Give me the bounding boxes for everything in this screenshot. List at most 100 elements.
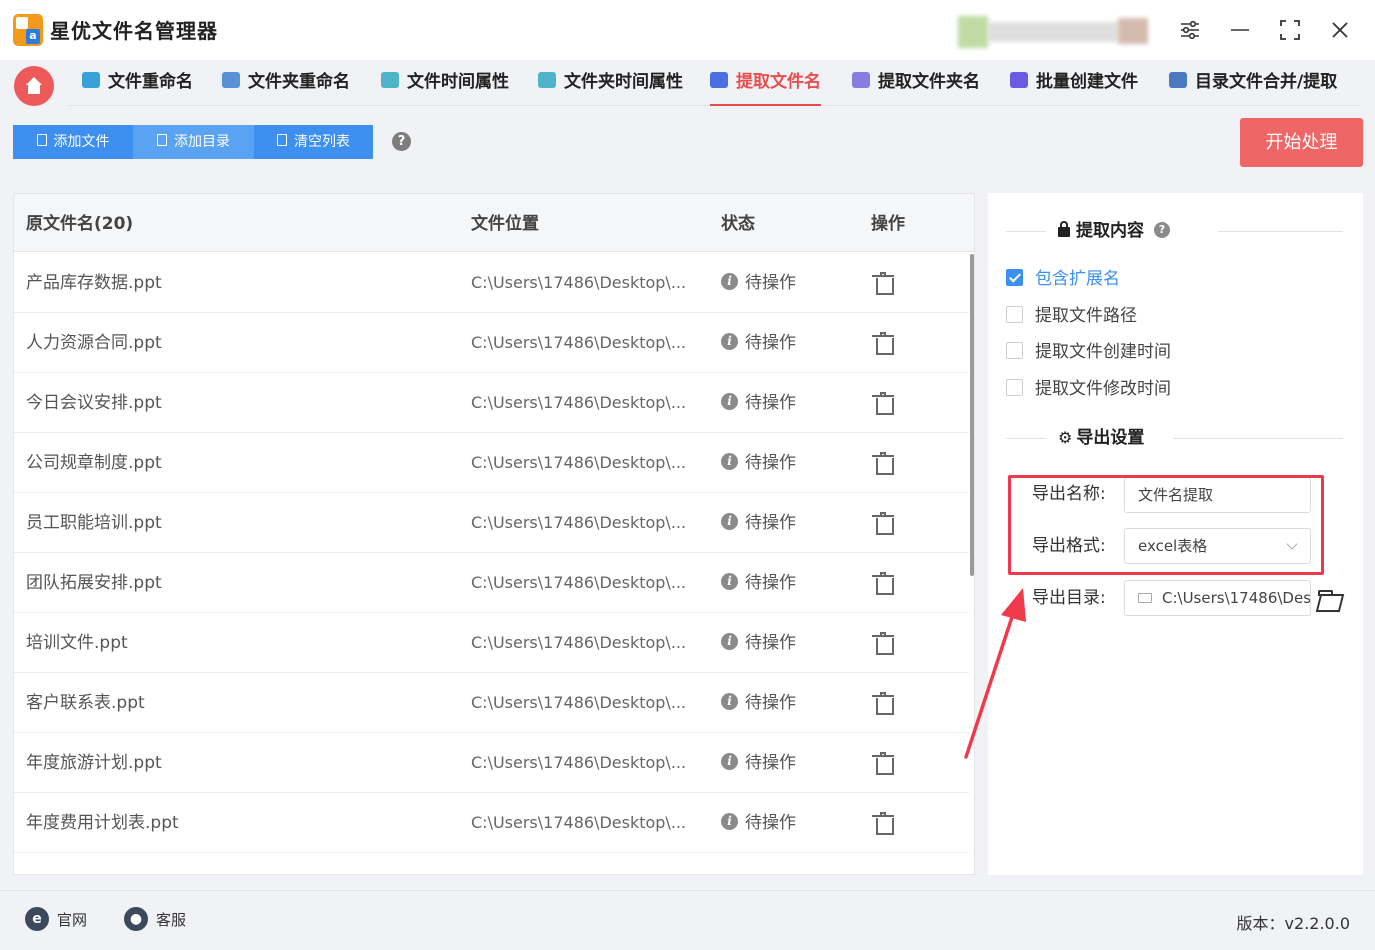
delete-icon[interactable]	[872, 692, 894, 715]
status-cell: i 待操作	[721, 493, 796, 553]
minimize-icon[interactable]	[1226, 16, 1254, 44]
table-row[interactable]: 今日会议安排.ppt C:\Users\17486\Desktop\... i 待操作	[14, 373, 969, 433]
table-scrollbar[interactable]	[970, 254, 974, 576]
settings-icon[interactable]	[1176, 16, 1204, 44]
status-cell: i 待操作	[721, 553, 796, 613]
table-row[interactable]: 员工职能培训.ppt C:\Users\17486\Desktop\... i 待操作	[14, 493, 969, 553]
checkbox[interactable]	[1006, 305, 1023, 323]
file-name: 产品库存数据.ppt	[26, 273, 162, 293]
user-account-avatar[interactable]	[948, 16, 1148, 48]
checkbox-checked[interactable]	[1006, 268, 1023, 286]
delete-icon[interactable]	[872, 752, 894, 775]
export-section-header: ⚙ 导出设置	[1006, 428, 1343, 448]
delete-icon[interactable]	[872, 812, 894, 835]
service-link[interactable]: ● 客服	[124, 906, 186, 933]
table-row[interactable]	[14, 853, 969, 874]
clear-list-button[interactable]: 清空列表	[254, 125, 373, 159]
status-text: 待操作	[745, 813, 796, 833]
app-title: 星优文件名管理器	[50, 19, 218, 43]
file-name: 客户联系表.ppt	[26, 693, 145, 713]
file-icon	[157, 134, 167, 146]
website-icon: e	[25, 906, 49, 931]
home-icon[interactable]	[14, 66, 54, 106]
table-row[interactable]: 年度旅游计划.ppt C:\Users\17486\Desktop\... i 待操作	[14, 733, 969, 793]
table-row[interactable]: 公司规章制度.ppt C:\Users\17486\Desktop\... i 待操作	[14, 433, 969, 493]
file-name: 培训文件.ppt	[26, 633, 128, 653]
option-include-extension[interactable]: 包含扩展名	[1006, 267, 1120, 291]
delete-icon[interactable]	[872, 272, 894, 295]
add-dir-button[interactable]: 添加目录	[133, 125, 254, 159]
file-name: 年度旅游计划.ppt	[26, 753, 162, 773]
status-cell: i 待操作	[721, 433, 796, 493]
status-text: 待操作	[745, 513, 796, 533]
delete-icon[interactable]	[872, 332, 894, 355]
table-row[interactable]: 人力资源合同.ppt C:\Users\17486\Desktop\... i 待操作	[14, 313, 969, 373]
website-link[interactable]: e 官网	[25, 906, 87, 933]
table-row[interactable]: 年度费用计划表.ppt C:\Users\17486\Desktop\... i 待操…	[14, 793, 969, 853]
batch-create-icon	[1010, 72, 1028, 88]
folder-open-icon[interactable]	[1318, 590, 1344, 610]
file-location: C:\Users\17486\Desktop\...	[471, 273, 687, 292]
tab-batch-create[interactable]: 批量创建文件	[1010, 64, 1138, 106]
table-row[interactable]: 团队拓展安排.ppt C:\Users\17486\Desktop\... i 待操作	[14, 553, 969, 613]
help-icon[interactable]: ?	[1154, 222, 1170, 238]
merge-icon	[1169, 72, 1187, 88]
delete-icon[interactable]	[872, 512, 894, 535]
col-original-name: 原文件名(20)	[26, 214, 134, 234]
file-location: C:\Users\17486\Desktop\...	[471, 753, 687, 772]
tab-file-rename[interactable]: 文件重命名	[82, 64, 193, 106]
status-text: 待操作	[745, 453, 796, 473]
file-location: C:\Users\17486\Desktop\...	[471, 513, 687, 532]
export-dir-input[interactable]: C:\Users\17486\Des	[1124, 580, 1311, 616]
highlight-box	[1008, 475, 1324, 575]
tab-file-time[interactable]: 文件时间属性	[381, 64, 509, 106]
extract-name-icon	[710, 72, 728, 88]
tab-extract-filename[interactable]: 提取文件名	[710, 64, 821, 106]
info-icon: i	[721, 632, 738, 650]
info-icon: i	[721, 272, 738, 290]
file-name: 团队拓展安排.ppt	[26, 573, 162, 593]
tab-folder-time[interactable]: 文件夹时间属性	[538, 64, 683, 106]
option-extract-modify-time[interactable]: 提取文件修改时间	[1006, 377, 1171, 401]
delete-icon[interactable]	[872, 632, 894, 655]
delete-icon[interactable]	[872, 452, 894, 475]
add-file-button[interactable]: 添加文件	[13, 125, 133, 159]
folder-rename-icon	[222, 72, 240, 88]
option-extract-path[interactable]: 提取文件路径	[1006, 304, 1137, 328]
main-tabs: 文件重命名 文件夹重命名 文件时间属性 文件夹时间属性 提取文件名 提取文件夹名…	[68, 64, 1360, 106]
help-icon[interactable]: ?	[392, 132, 411, 151]
file-time-icon	[381, 72, 399, 88]
folder-time-icon	[538, 72, 556, 88]
start-button[interactable]: 开始处理	[1240, 118, 1363, 167]
col-status: 状态	[721, 214, 755, 234]
extract-section-title: 提取内容	[1076, 221, 1144, 241]
tab-extract-foldername[interactable]: 提取文件夹名	[852, 64, 980, 106]
checkbox[interactable]	[1006, 341, 1023, 359]
col-location: 文件位置	[471, 214, 539, 234]
info-icon: i	[721, 692, 738, 710]
checkbox[interactable]	[1006, 378, 1023, 396]
app-logo-icon	[13, 14, 43, 46]
file-name: 今日会议安排.ppt	[26, 393, 162, 413]
status-text: 待操作	[745, 753, 796, 773]
table-header: 原文件名(20) 文件位置 状态 操作	[14, 194, 974, 252]
lock-icon	[1058, 221, 1070, 237]
delete-icon[interactable]	[872, 572, 894, 595]
maximize-icon[interactable]	[1276, 16, 1304, 44]
file-location: C:\Users\17486\Desktop\...	[471, 393, 687, 412]
close-icon[interactable]	[1326, 16, 1354, 44]
table-row[interactable]: 培训文件.ppt C:\Users\17486\Desktop\... i 待操作	[14, 613, 969, 673]
status-text: 待操作	[745, 333, 796, 353]
table-row[interactable]: 产品库存数据.ppt C:\Users\17486\Desktop\... i 待操作	[14, 253, 969, 313]
trash-icon	[277, 134, 287, 146]
delete-icon[interactable]	[872, 392, 894, 415]
status-text: 待操作	[745, 693, 796, 713]
tab-folder-rename[interactable]: 文件夹重命名	[222, 64, 350, 106]
table-row[interactable]: 客户联系表.ppt C:\Users\17486\Desktop\... i 待操作	[14, 673, 969, 733]
tab-dir-merge[interactable]: 目录文件合并/提取	[1169, 64, 1337, 106]
option-extract-create-time[interactable]: 提取文件创建时间	[1006, 340, 1171, 364]
footer: e 官网 ● 客服 版本：v2.2.0.0	[0, 890, 1375, 950]
file-location: C:\Users\17486\Desktop\...	[471, 633, 687, 652]
file-name: 人力资源合同.ppt	[26, 333, 162, 353]
status-cell: i 待操作	[721, 613, 796, 673]
